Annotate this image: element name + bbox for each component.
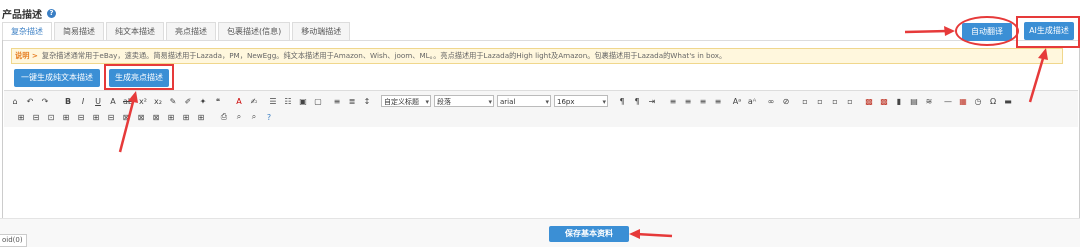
annotation-arrows: [118, 26, 1048, 239]
arrow-to-ai: [1028, 54, 1046, 103]
arrow-to-translate: [904, 29, 949, 34]
arrow-to-save: [635, 232, 673, 238]
arrow-to-generate: [118, 97, 136, 153]
